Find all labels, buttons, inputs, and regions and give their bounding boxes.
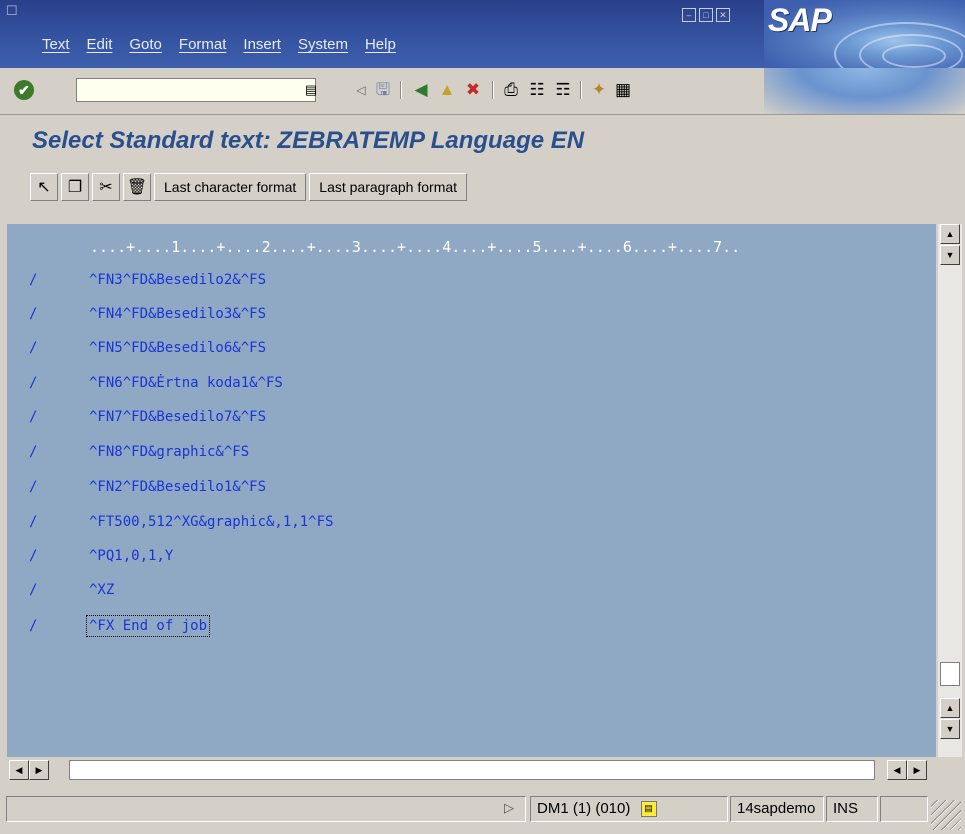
menu-text[interactable]: Text — [42, 36, 70, 53]
paragraph-format[interactable]: / — [29, 479, 37, 495]
line-text[interactable]: ^FN5^FD&Besedilo6&^FS — [89, 340, 266, 356]
line-text[interactable]: ^XZ — [89, 582, 114, 598]
editor-line[interactable]: / ^FN8^FD&graphic&^FS — [7, 436, 936, 470]
menu-system[interactable]: System — [298, 36, 348, 53]
resize-grip-icon[interactable] — [931, 800, 961, 830]
scroll-right-end-icon[interactable]: ▶ — [907, 760, 927, 780]
line-text[interactable]: ^FX End of job — [85, 615, 211, 637]
toolbar-separator — [400, 81, 402, 99]
line-text[interactable]: ^FN4^FD&Besedilo3&^FS — [89, 306, 266, 322]
status-message-field — [6, 796, 526, 822]
menu-list: Text Edit Goto Format Insert System Help — [42, 36, 413, 53]
sap-logo-text: SAP — [768, 2, 832, 38]
editor-line[interactable]: / ^FT500,512^XG&graphic&,1,1^FS — [7, 506, 936, 540]
collapse-arrow-icon[interactable]: ◁ — [350, 79, 372, 101]
status-extra-field — [880, 796, 928, 822]
paragraph-format[interactable]: / — [29, 548, 37, 564]
toolbar-separator — [492, 81, 494, 99]
text-editor[interactable]: ....+....1....+....2....+....3....+....4… — [7, 224, 936, 757]
close-icon[interactable]: ✕ — [716, 8, 730, 22]
system-info-field[interactable]: DM1 (1) (010) ▤ — [530, 796, 728, 822]
editor-line[interactable]: / ^FN5^FD&Besedilo6&^FS — [7, 332, 936, 366]
paragraph-format[interactable]: / — [29, 375, 37, 391]
paragraph-format[interactable]: / — [29, 272, 37, 288]
system-info: DM1 (1) (010) — [537, 800, 631, 817]
status-bar: ▷ DM1 (1) (010) ▤ 14sapdemo INS — [0, 784, 965, 834]
paragraph-format[interactable]: / — [29, 444, 37, 460]
enter-check-icon[interactable]: ✔ — [14, 80, 34, 100]
menu-edit[interactable]: Edit — [87, 36, 113, 53]
scroll-up-top-icon[interactable]: ▲ — [940, 224, 960, 244]
sap-decor — [764, 68, 965, 114]
paragraph-format[interactable]: / — [29, 618, 37, 634]
cut-icon[interactable]: ✂ — [92, 173, 120, 201]
save-icon[interactable]: 🖫 — [372, 79, 394, 101]
editor-ruler: ....+....1....+....2....+....3....+....4… — [90, 238, 741, 256]
paragraph-format[interactable]: / — [29, 409, 37, 425]
application-toolbar: ↖ ❐ ✂ 🗑 Last character format Last parag… — [30, 173, 468, 201]
scroll-left-icon[interactable]: ◀ — [9, 760, 29, 780]
copy-icon[interactable]: ❐ — [61, 173, 89, 201]
system-info-icon[interactable]: ▤ — [640, 801, 657, 818]
sap-logo: SAP — [764, 0, 965, 68]
scroll-up-icon[interactable]: ▲ — [940, 698, 960, 718]
editor-line[interactable]: / ^PQ1,0,1,Y — [7, 540, 936, 574]
status-expand-icon[interactable]: ▷ — [504, 800, 514, 816]
menu-format[interactable]: Format — [179, 36, 227, 53]
line-text[interactable]: ^PQ1,0,1,Y — [89, 548, 173, 564]
toolbar-separator — [580, 81, 582, 99]
editor-line[interactable]: / ^FN7^FD&Besedilo7&^FS — [7, 401, 936, 435]
menu-insert[interactable]: Insert — [243, 36, 281, 53]
scroll-left-end-icon[interactable]: ◀ — [887, 760, 907, 780]
editor-line-current[interactable]: / ^FX End of job — [7, 610, 936, 644]
vertical-scrollbar[interactable]: ▲ ▼ ▲ ▼ — [938, 224, 962, 757]
select-icon[interactable]: ↖ — [30, 173, 58, 201]
scroll-right-icon[interactable]: ▶ — [29, 760, 49, 780]
window-controls: – □ ✕ — [682, 8, 730, 22]
horizontal-scrollbar[interactable]: ◀ ▶ ◀ ▶ — [7, 760, 936, 780]
print-icon[interactable]: ⎙ — [500, 79, 522, 101]
server-field: 14sapdemo — [730, 796, 824, 822]
paragraph-format[interactable]: / — [29, 582, 37, 598]
page-title: Select Standard text: ZEBRATEMP Language… — [32, 127, 585, 154]
delete-icon[interactable]: 🗑 — [123, 173, 151, 201]
last-character-format-button[interactable]: Last character format — [154, 173, 307, 201]
scroll-down-top-icon[interactable]: ▼ — [940, 245, 960, 265]
line-text[interactable]: ^FN2^FD&Besedilo1&^FS — [89, 479, 266, 495]
menu-goto[interactable]: Goto — [129, 36, 162, 53]
find-next-icon[interactable]: ☶ — [552, 79, 574, 101]
editor-line[interactable]: / ^XZ — [7, 574, 936, 608]
back-icon[interactable]: ◀ — [410, 79, 432, 101]
paragraph-format[interactable]: / — [29, 514, 37, 530]
editor-line[interactable]: / ^FN6^FD&Ėrtna koda1&^FS — [7, 367, 936, 401]
maximize-icon[interactable]: □ — [699, 8, 713, 22]
last-paragraph-format-button[interactable]: Last paragraph format — [309, 173, 468, 201]
menu-bar: ☐ Text Edit Goto Format Insert System He… — [0, 0, 965, 68]
exit-icon[interactable]: ▲ — [436, 79, 458, 101]
cancel-icon[interactable]: ✖ — [462, 79, 484, 101]
logo-ring — [882, 44, 946, 68]
vertical-scroll-thumb[interactable] — [940, 662, 960, 686]
generate-shortcut-icon[interactable]: ▦ — [612, 79, 634, 101]
command-field[interactable] — [76, 78, 316, 102]
editor-line[interactable]: / ^FN2^FD&Besedilo1&^FS — [7, 471, 936, 505]
minimize-icon[interactable]: – — [682, 8, 696, 22]
horizontal-scroll-track[interactable] — [69, 760, 875, 780]
system-menu-icon[interactable]: ☐ — [6, 3, 20, 18]
command-history-icon[interactable]: ▤ — [300, 79, 322, 101]
create-session-icon[interactable]: ✦ — [588, 79, 610, 101]
editor-line[interactable]: / ^FN4^FD&Besedilo3&^FS — [7, 298, 936, 332]
line-text[interactable]: ^FN7^FD&Besedilo7&^FS — [89, 409, 266, 425]
input-mode-field[interactable]: INS — [826, 796, 878, 822]
line-text[interactable]: ^FN6^FD&Ėrtna koda1&^FS — [89, 375, 283, 391]
find-icon[interactable]: ☷ — [526, 79, 548, 101]
paragraph-format[interactable]: / — [29, 340, 37, 356]
line-text[interactable]: ^FN3^FD&Besedilo2&^FS — [89, 272, 266, 288]
menu-help[interactable]: Help — [365, 36, 396, 53]
editor-line[interactable]: / ^FN3^FD&Besedilo2&^FS — [7, 264, 936, 298]
line-text[interactable]: ^FN8^FD&graphic&^FS — [89, 444, 249, 460]
line-text[interactable]: ^FT500,512^XG&graphic&,1,1^FS — [89, 514, 333, 530]
scroll-down-icon[interactable]: ▼ — [940, 719, 960, 739]
paragraph-format[interactable]: / — [29, 306, 37, 322]
